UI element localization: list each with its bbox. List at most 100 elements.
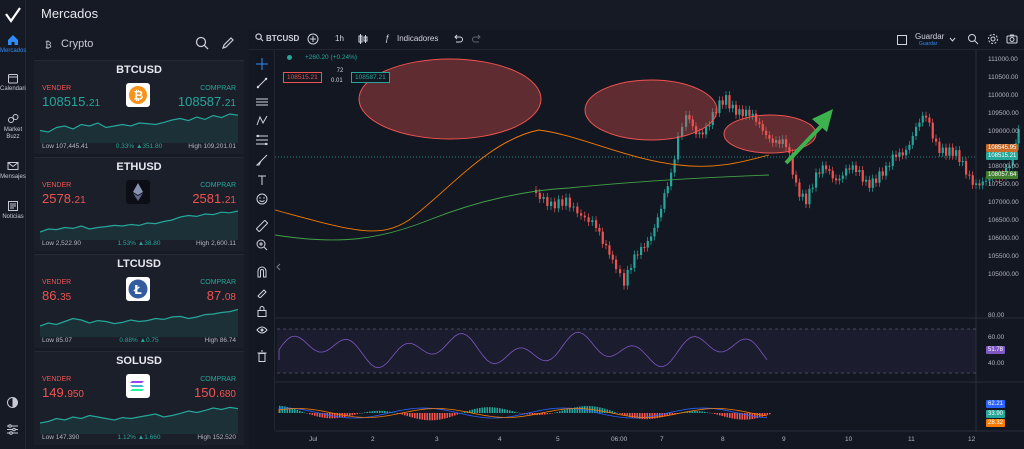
macd-bar bbox=[694, 410, 696, 413]
buy-price[interactable]: 2581.21 bbox=[192, 191, 236, 206]
macd-bar bbox=[644, 413, 646, 420]
price-axis-label: 108000.00 bbox=[988, 163, 1019, 171]
instrument-name: BTCUSD bbox=[116, 64, 162, 76]
macd-bar bbox=[414, 413, 416, 419]
litecoin-logo-icon: Ł bbox=[126, 277, 150, 301]
macd-bar bbox=[766, 413, 769, 416]
candle-body bbox=[538, 192, 541, 199]
candle-body bbox=[921, 115, 924, 123]
candle-body bbox=[580, 213, 583, 216]
rail-item-mensajes[interactable]: Mensajes bbox=[0, 160, 26, 181]
theme-toggle-icon[interactable] bbox=[6, 396, 19, 409]
candle-body bbox=[721, 100, 724, 105]
svg-text:₿: ₿ bbox=[134, 89, 144, 103]
edit-pencil-icon[interactable] bbox=[221, 36, 235, 50]
macd-bar bbox=[379, 410, 381, 413]
instrument-name: ETHUSD bbox=[116, 161, 162, 173]
buzz-icon bbox=[8, 114, 19, 123]
macd-bar bbox=[394, 412, 396, 414]
watchlist-header: ₿ Crypto bbox=[34, 30, 244, 58]
instrument-card[interactable]: ETHUSD VENDER COMPRAR 2578.21 2581.21 Low 2,5… bbox=[34, 157, 244, 251]
candle-body bbox=[601, 231, 604, 244]
rail-item-noticias[interactable]: Noticias bbox=[0, 200, 26, 221]
macd-bar bbox=[349, 413, 351, 416]
candle-body bbox=[587, 217, 590, 223]
sell-price-box[interactable]: 108515.21 bbox=[283, 72, 322, 83]
candle-body bbox=[636, 254, 639, 256]
candle-body bbox=[945, 147, 948, 156]
buy-price[interactable]: 108587.21 bbox=[178, 94, 236, 109]
candle-body bbox=[653, 227, 656, 237]
price-chart[interactable] bbox=[249, 30, 1024, 449]
macd-bar bbox=[769, 413, 771, 415]
buy-price-decimals: 21 bbox=[224, 195, 236, 206]
buy-price[interactable]: 87.08 bbox=[207, 288, 236, 303]
instrument-card[interactable]: BTCUSD VENDER COMPRAR ₿ 108515.21 108587.21 Lo… bbox=[34, 60, 244, 154]
rail-item-calendario[interactable]: Calendario bbox=[0, 72, 26, 93]
buy-price[interactable]: 150.680 bbox=[194, 385, 236, 400]
candle-body bbox=[805, 193, 808, 205]
sparkline bbox=[40, 113, 238, 143]
macd-bar bbox=[324, 413, 326, 418]
spread-top: 72 bbox=[336, 68, 344, 74]
candle-body bbox=[735, 104, 738, 115]
sell-price-main: 108515. bbox=[42, 94, 89, 109]
settings-sliders-icon[interactable] bbox=[6, 423, 19, 436]
macd-bar bbox=[491, 407, 494, 413]
candle-body bbox=[828, 169, 831, 171]
macd-bar bbox=[616, 412, 619, 414]
macd-bar bbox=[709, 412, 711, 414]
highlight-zone bbox=[584, 79, 718, 141]
macd-bar bbox=[496, 407, 499, 413]
macd-bar bbox=[426, 413, 429, 421]
search-icon[interactable] bbox=[195, 36, 209, 50]
macd-bar bbox=[481, 407, 484, 413]
macd-bar bbox=[556, 411, 559, 413]
buy-label: COMPRAR bbox=[200, 279, 236, 286]
candle-body bbox=[701, 132, 704, 135]
candle-body bbox=[911, 136, 914, 145]
macd-bar bbox=[386, 411, 389, 413]
instrument-card[interactable]: SOLUSD VENDER COMPRAR 149.950 150.680 Low 147… bbox=[34, 351, 244, 445]
candle-body bbox=[935, 138, 938, 142]
candle-body bbox=[546, 197, 549, 206]
candle-body bbox=[751, 113, 754, 116]
candle-body bbox=[553, 201, 556, 209]
sell-price[interactable]: 149.950 bbox=[42, 385, 84, 400]
candle-body bbox=[948, 147, 951, 156]
instrument-card[interactable]: LTCUSD VENDER COMPRAR Ł 86.35 87.08 Low 85.07 0… bbox=[34, 254, 244, 348]
macd-bar bbox=[306, 413, 309, 414]
candle-body bbox=[542, 197, 545, 199]
candle-body bbox=[878, 171, 881, 183]
sell-price[interactable]: 108515.21 bbox=[42, 94, 100, 109]
macd-bar bbox=[724, 413, 726, 417]
time-axis-label: Jul bbox=[309, 436, 318, 443]
candle-body bbox=[550, 201, 553, 206]
macd-bar bbox=[646, 413, 649, 420]
macd-bar bbox=[744, 413, 746, 420]
rail-item-mercados[interactable]: Mercados bbox=[0, 34, 26, 55]
category-selector[interactable]: Crypto bbox=[61, 38, 93, 50]
price-axis-label: 110000.00 bbox=[988, 91, 1019, 99]
candle-body bbox=[595, 220, 598, 228]
sell-price-main: 2578. bbox=[42, 191, 75, 206]
macd-bar bbox=[641, 413, 644, 420]
buy-label: COMPRAR bbox=[200, 182, 236, 189]
candle-body bbox=[958, 150, 961, 163]
candle-body bbox=[851, 165, 854, 170]
buy-price-box[interactable]: 108587.21 bbox=[351, 72, 390, 83]
candle-body bbox=[971, 175, 974, 185]
macd-bar bbox=[384, 411, 386, 413]
candle-body bbox=[591, 220, 594, 223]
time-axis-label: 4 bbox=[498, 436, 502, 443]
sell-price[interactable]: 86.35 bbox=[42, 288, 71, 303]
time-axis-label: 3 bbox=[435, 436, 439, 443]
price-axis-label: 105000.00 bbox=[988, 270, 1019, 278]
macd-bar bbox=[711, 413, 714, 414]
time-axis-label: 2 bbox=[371, 436, 375, 443]
candle-body bbox=[981, 181, 984, 186]
candle-body bbox=[838, 178, 841, 181]
sell-price[interactable]: 2578.21 bbox=[42, 191, 86, 206]
rail-label: Mensajes bbox=[0, 174, 26, 180]
rail-item-market-buzz[interactable]: Market Buzz bbox=[0, 113, 26, 141]
